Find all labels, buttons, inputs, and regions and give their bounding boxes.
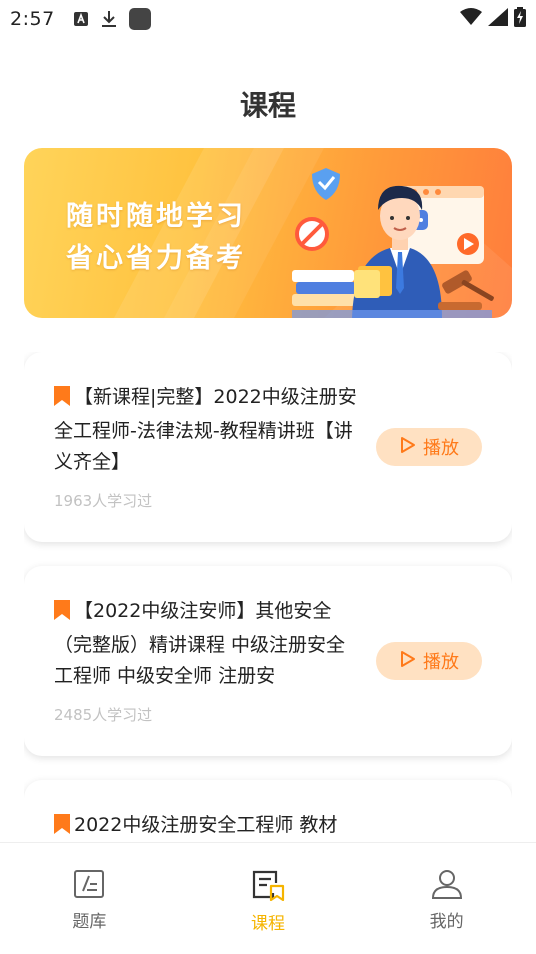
banner-slogan-line2: 省心省力备考	[66, 243, 246, 274]
a-notification-icon	[73, 11, 89, 27]
question-bank-icon	[73, 869, 105, 903]
course-title-wrapper: 【新课程|完整】2022中级注册安全工程师-法律法规-教程精讲班【讲义齐全】	[54, 382, 364, 478]
signal-icon	[488, 8, 508, 30]
page-title: 课程	[239, 89, 296, 122]
play-icon	[399, 650, 417, 673]
course-list[interactable]: 【新课程|完整】2022中级注册安全工程师-法律法规-教程精讲班【讲义齐全】 1…	[24, 352, 512, 842]
course-icon	[251, 869, 285, 905]
nav-label: 我的	[429, 912, 464, 932]
bottom-nav: 题库 课程 我的	[0, 842, 536, 954]
course-card[interactable]: 2022中级注册安全工程师 教材 播放	[24, 780, 512, 842]
nav-item-question-bank[interactable]: 题库	[0, 843, 179, 954]
status-time: 2:57	[10, 8, 55, 30]
bookmark-icon	[54, 385, 70, 416]
app-square-icon	[128, 8, 151, 30]
profile-icon	[431, 869, 463, 903]
nav-label: 课程	[251, 914, 285, 934]
download-icon	[101, 10, 117, 28]
course-title: 【2022中级注安师】其他安全（完整版）精讲课程 中级注册安全工程师 中级安全师…	[54, 600, 346, 687]
course-title: 【新课程|完整】2022中级注册安全工程师-法律法规-教程精讲班【讲义齐全】	[54, 386, 357, 473]
play-button[interactable]: 播放	[376, 642, 482, 680]
banner-slogan-line1: 随时随地学习	[66, 201, 246, 232]
bookmark-icon	[54, 813, 70, 842]
course-card[interactable]: 【2022中级注安师】其他安全（完整版）精讲课程 中级注册安全工程师 中级安全师…	[24, 566, 512, 756]
course-title-wrapper: 【2022中级注安师】其他安全（完整版）精讲课程 中级注册安全工程师 中级安全师…	[54, 596, 364, 692]
play-button-label: 播放	[423, 652, 459, 673]
battery-charging-icon	[514, 7, 526, 31]
play-icon	[399, 436, 417, 459]
teacher-illustration	[292, 168, 494, 318]
play-button-label: 播放	[423, 438, 459, 459]
play-button[interactable]: 播放	[376, 428, 482, 466]
course-learners-count: 2485人学习过	[54, 706, 153, 724]
promo-banner[interactable]: 随时随地学习 省心省力备考	[24, 148, 512, 318]
course-card[interactable]: 【新课程|完整】2022中级注册安全工程师-法律法规-教程精讲班【讲义齐全】 1…	[24, 352, 512, 542]
status-bar: 2:57	[0, 0, 536, 38]
nav-item-course[interactable]: 课程	[179, 843, 358, 954]
nav-item-profile[interactable]: 我的	[357, 843, 536, 954]
nav-label: 题库	[72, 912, 107, 932]
course-learners-count: 1963人学习过	[54, 492, 153, 510]
course-title-wrapper: 2022中级注册安全工程师 教材	[54, 810, 364, 842]
bookmark-icon	[54, 599, 70, 630]
course-title: 2022中级注册安全工程师 教材	[74, 814, 338, 836]
wifi-icon	[460, 8, 482, 30]
